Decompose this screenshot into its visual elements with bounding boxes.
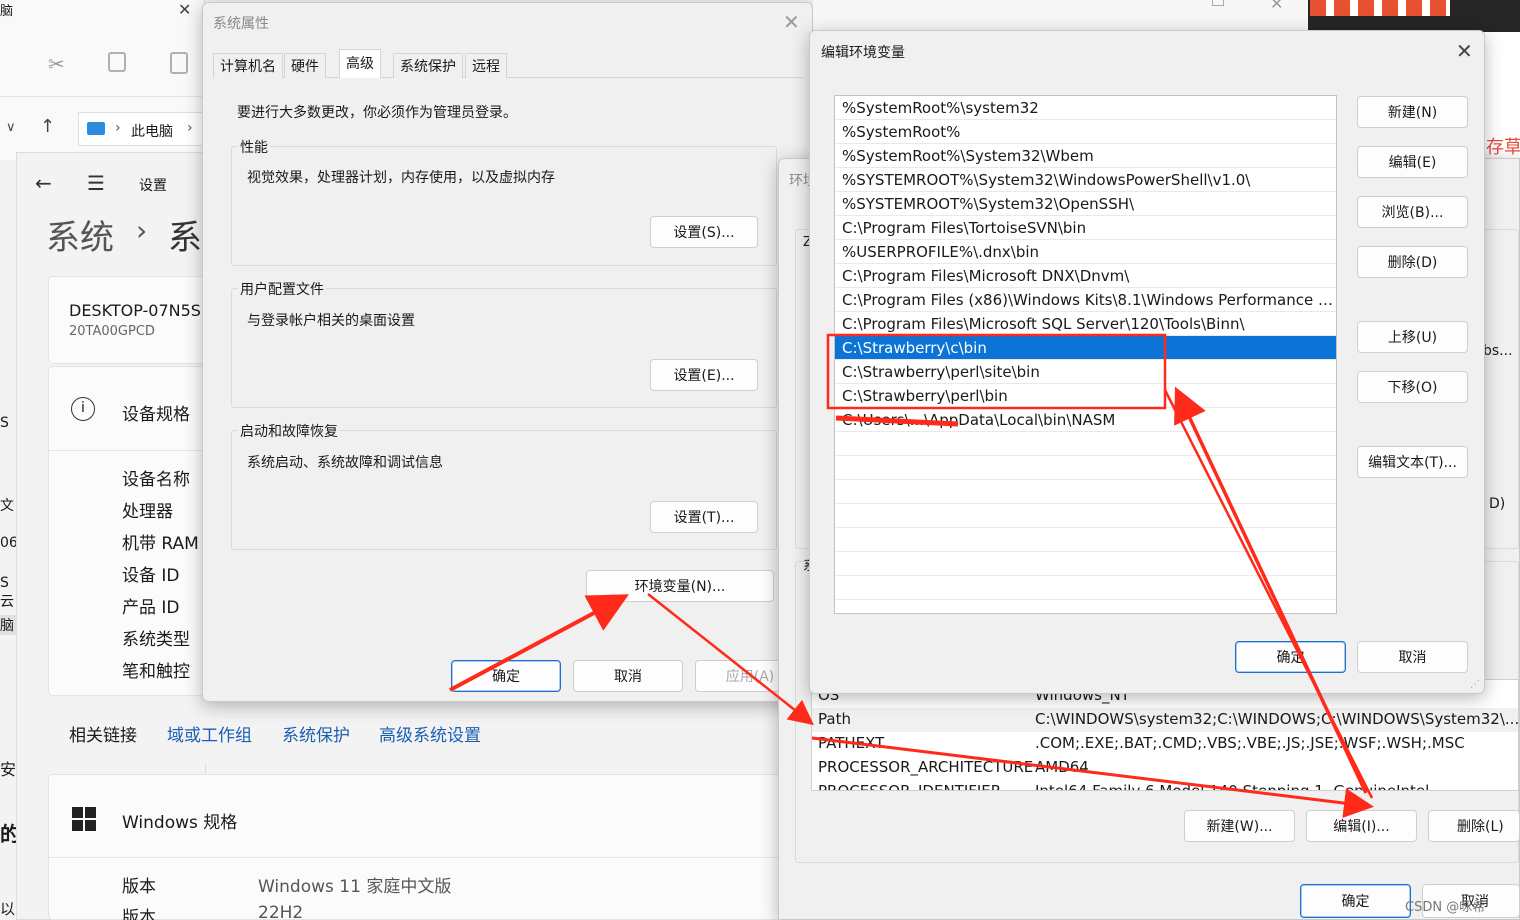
annotation-overlay [449, 333, 1374, 818]
annotation-highlight-box [826, 333, 1167, 410]
annotation-arrow [647, 593, 814, 726]
watermark: CSDN @咏希 [1405, 900, 1486, 915]
annotation-arrow [449, 594, 630, 692]
annotation-arrow [811, 736, 1374, 818]
annotation-redaction [835, 415, 959, 427]
annotation-arrow [1163, 389, 1374, 799]
